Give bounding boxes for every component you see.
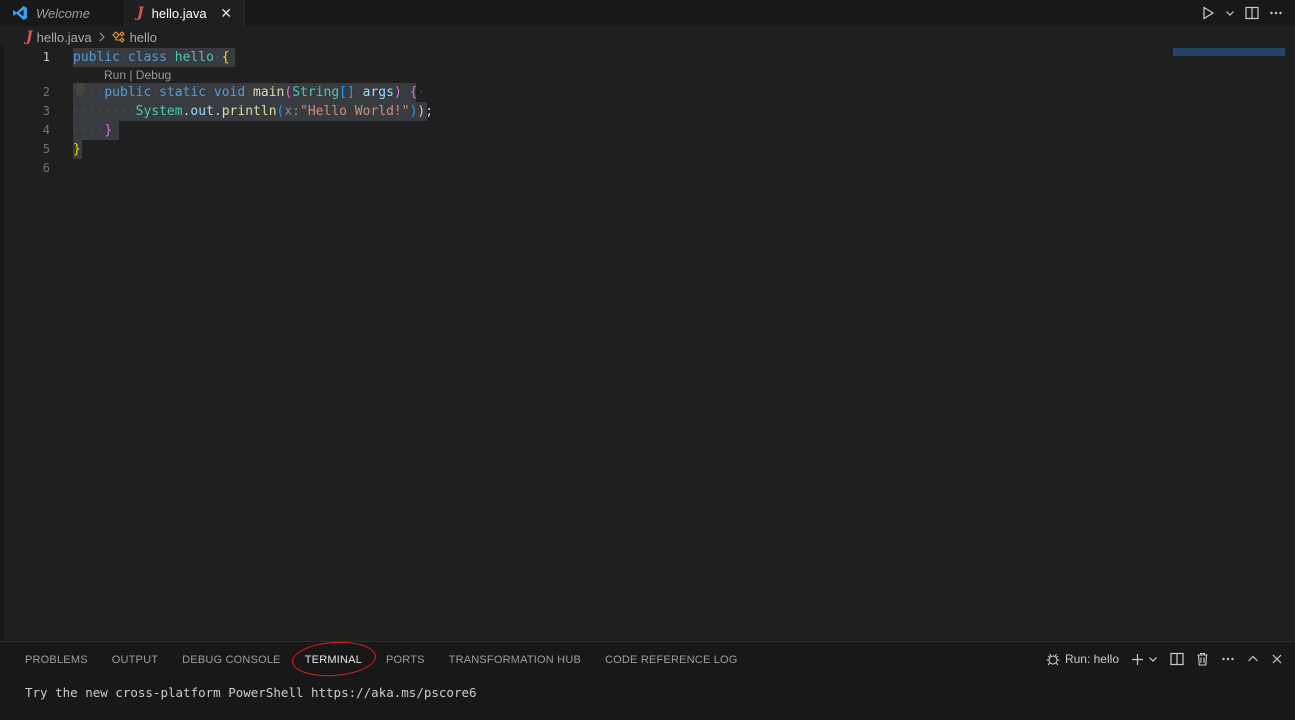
panel-tab-debug-console[interactable]: DEBUG CONSOLE	[182, 654, 281, 666]
editor-tab-bar: Welcome J hello.java ✕	[0, 0, 1295, 26]
code-line-5: }	[73, 140, 82, 159]
java-file-icon: J	[26, 29, 33, 45]
new-terminal-plus-icon[interactable]	[1131, 653, 1144, 666]
chevron-down-icon[interactable]	[1225, 8, 1235, 18]
panel-tabs: PROBLEMS OUTPUT DEBUG CONSOLE TERMINAL P…	[25, 639, 738, 679]
codelens-run-debug[interactable]: Run | Debug	[104, 68, 171, 82]
more-actions-icon[interactable]	[1269, 6, 1283, 20]
code-line-4: ····}	[73, 121, 119, 140]
run-icon[interactable]	[1201, 6, 1215, 20]
more-actions-icon[interactable]	[1221, 652, 1235, 666]
panel-tab-problems[interactable]: PROBLEMS	[25, 654, 88, 666]
panel-tab-ports[interactable]: PORTS	[386, 654, 425, 666]
split-editor-icon[interactable]	[1245, 6, 1259, 20]
trash-icon[interactable]	[1196, 652, 1209, 666]
line-number: 2	[42, 85, 50, 99]
breadcrumb-symbol[interactable]: hello	[130, 30, 157, 45]
terminal-run-label: Run: hello	[1064, 652, 1119, 666]
terminal-run-hello[interactable]: Run: hello	[1045, 651, 1119, 667]
code-line-2: ····public·static·void·main(String[]·arg…	[73, 83, 426, 102]
tab-label: hello.java	[151, 5, 207, 21]
line-number: 5	[42, 142, 50, 156]
chevron-right-icon	[98, 32, 106, 42]
chevron-down-icon[interactable]	[1148, 654, 1158, 664]
panel-tab-transformation-hub[interactable]: TRANSFORMATION HUB	[449, 654, 581, 666]
panel-actions: Run: hello	[1045, 651, 1283, 667]
panel-tab-terminal-label: TERMINAL	[304, 654, 362, 666]
minimap-viewport[interactable]	[1173, 48, 1285, 56]
line-number: 4	[42, 123, 50, 137]
tab-hello-java[interactable]: J hello.java ✕	[125, 0, 245, 26]
line-number: 6	[42, 161, 50, 175]
close-panel-icon[interactable]	[1271, 653, 1283, 665]
code-editor[interactable]: 1 2 3 4 5 6 public·class·hello·{· Run | …	[0, 46, 1285, 640]
panel-tab-terminal[interactable]: TERMINAL	[290, 639, 377, 679]
vscode-logo-icon	[12, 5, 28, 21]
line-number: 3	[42, 104, 50, 118]
editor-actions	[1201, 0, 1295, 26]
debug-bug-icon	[1045, 651, 1061, 667]
split-terminal-icon[interactable]	[1170, 652, 1184, 666]
vscode-window: Welcome J hello.java ✕ J hello.java hell…	[0, 0, 1295, 720]
breadcrumb: J hello.java hello	[26, 28, 157, 46]
panel-tab-output[interactable]: OUTPUT	[112, 654, 158, 666]
tab-label: Welcome	[36, 5, 90, 21]
java-file-icon: J	[137, 5, 144, 21]
bottom-panel: PROBLEMS OUTPUT DEBUG CONSOLE TERMINAL P…	[0, 639, 1295, 720]
line-number: 1	[42, 50, 50, 64]
code-line-3: ········System.out.println(x:"Hello Worl…	[73, 102, 434, 121]
breadcrumb-file[interactable]: hello.java	[37, 30, 92, 45]
terminal-output-line[interactable]: Try the new cross-platform PowerShell ht…	[25, 685, 477, 700]
class-symbol-icon	[111, 31, 126, 43]
code-line-1: public·class·hello·{·	[73, 48, 238, 67]
tab-welcome[interactable]: Welcome	[0, 0, 125, 26]
close-icon[interactable]: ✕	[220, 5, 232, 22]
panel-tab-code-reference-log[interactable]: CODE REFERENCE LOG	[605, 654, 738, 666]
maximize-panel-icon[interactable]	[1247, 653, 1259, 665]
